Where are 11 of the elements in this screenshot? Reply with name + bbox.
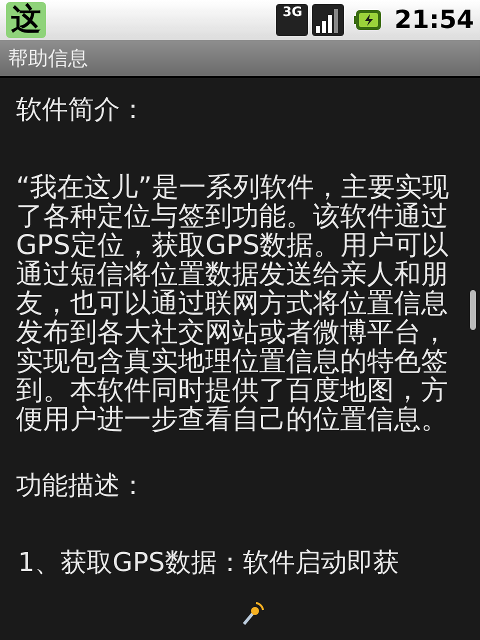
description-paragraph: “我在这儿”是一系列软件，主要实现了各种定位与签到功能。该软件通过GPS定位，获取GPS数据。用户可以通过短信将位置数据发送给亲人和朋友，也可以通过联网方式将位置信息发布到各大社交网站或者微博平台，实现包含真实地理位置信息的特色签到。本软件同时提供了百度地图，方便用户进一步查看自己的位置信息。 xyxy=(16,173,450,434)
notification-icon: 这 xyxy=(6,2,46,38)
feature-list-item: 1、获取GPS数据：软件启动即获 xyxy=(17,549,400,578)
signal-strength-icon xyxy=(312,4,344,36)
network-type-icon: 3G xyxy=(276,4,308,36)
section-heading: 功能描述： xyxy=(16,472,147,501)
clock-time: 21:54 xyxy=(394,4,474,36)
section-heading: 软件简介： xyxy=(16,96,147,125)
scrollbar-thumb xyxy=(470,290,476,330)
screen-title: 帮助信息 xyxy=(8,45,88,72)
battery-charging-icon xyxy=(354,9,382,31)
